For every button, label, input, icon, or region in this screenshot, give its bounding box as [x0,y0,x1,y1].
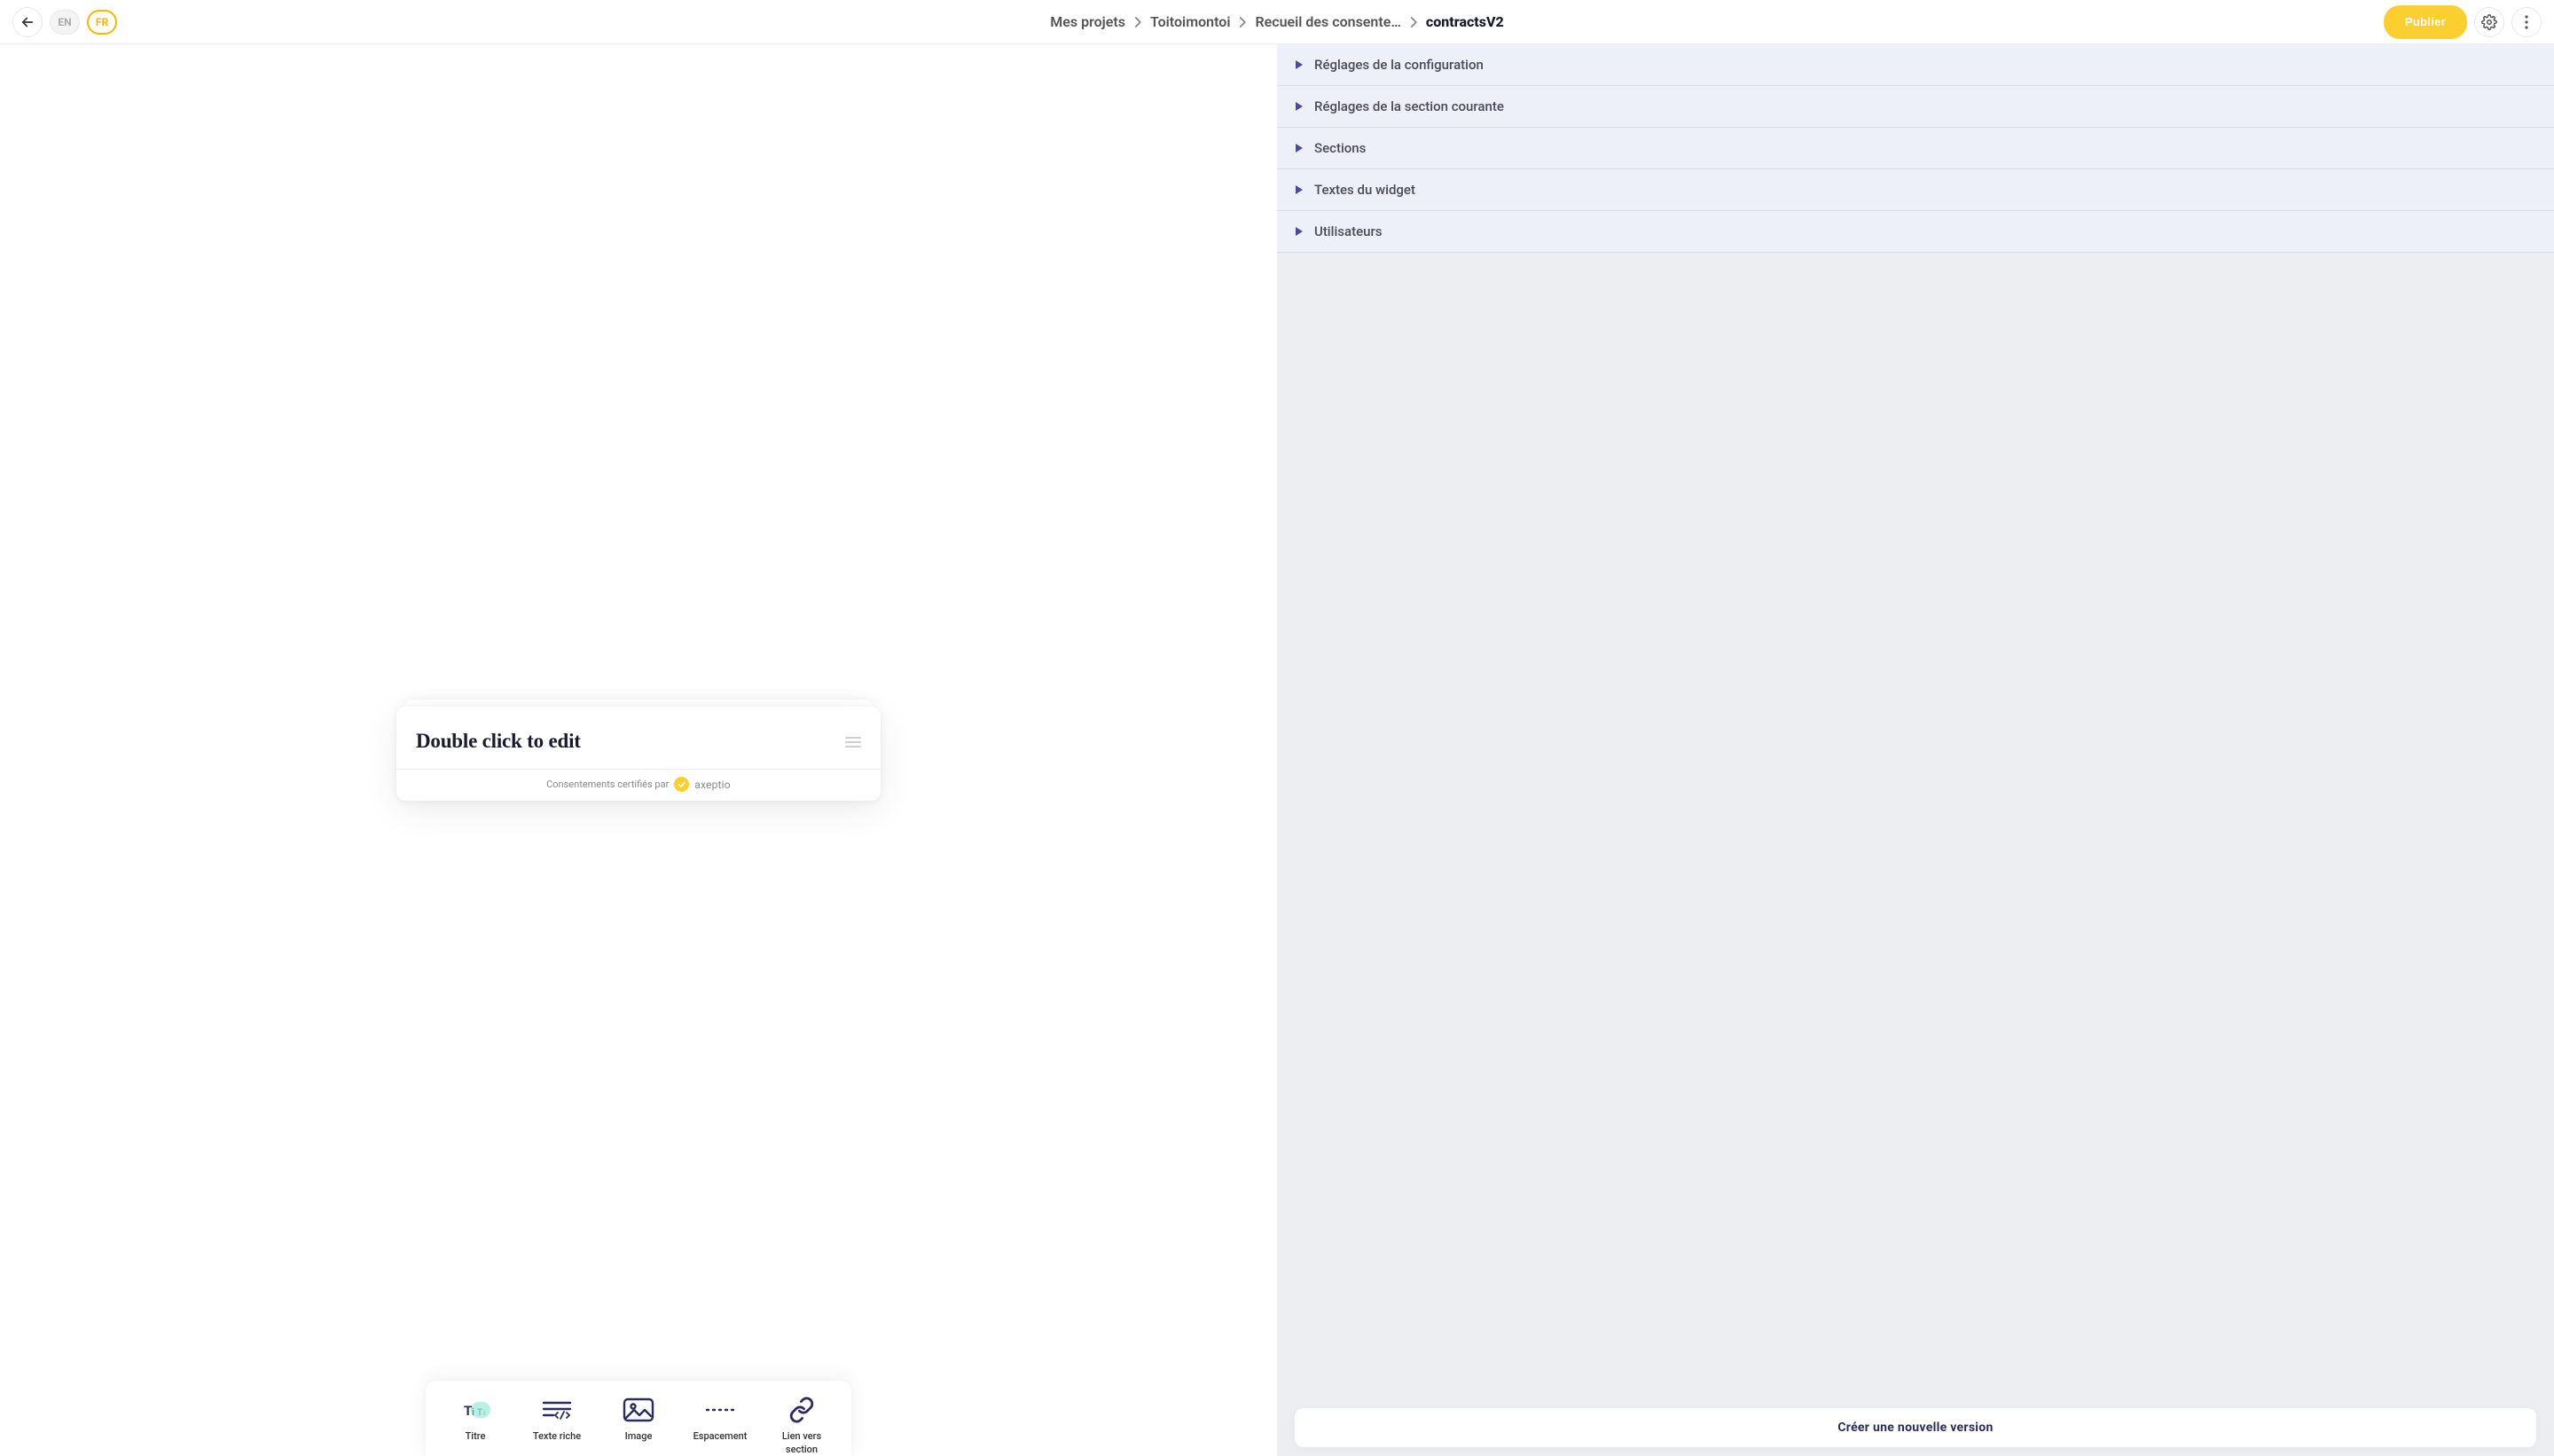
widget-body: Double click to edit [396,707,881,769]
widget-title[interactable]: Double click to edit [416,730,581,753]
breadcrumb-current: contractsV2 [1426,13,1504,30]
triangle-right-icon [1295,184,1304,195]
widget-stack: Double click to edit Consentements certi… [396,700,881,801]
link-icon [785,1397,819,1423]
app-header: EN FR Mes projets Toitoimontoi Recueil d… [0,0,2554,44]
chevron-right-icon [1134,17,1141,27]
tool-label: Lien vers section [777,1430,827,1456]
lang-en-pill[interactable]: EN [50,10,80,35]
accordion-label: Réglages de la configuration [1314,57,1484,73]
gear-icon [2481,14,2497,30]
back-button[interactable] [12,7,43,37]
header-right-group: Publier [2384,5,2542,39]
more-menu-button[interactable] [2511,7,2542,37]
accordion-users[interactable]: Utilisateurs [1277,211,2554,253]
chevron-right-icon [1239,17,1246,27]
triangle-right-icon [1295,101,1304,112]
widget-footer: Consentements certifiés par axeptio [396,769,881,801]
accordion-widget-texts[interactable]: Textes du widget [1277,169,2554,211]
breadcrumb-projects[interactable]: Mes projets [1050,13,1125,30]
chevron-right-icon [1410,17,1417,27]
triangle-right-icon [1295,226,1304,237]
image-icon [622,1397,655,1423]
triangle-right-icon [1295,59,1304,70]
axeptio-brand-name: axeptio [694,779,731,791]
accordion-label: Textes du widget [1314,182,1415,198]
accordion-section-settings[interactable]: Réglages de la section courante [1277,86,2554,128]
accordion-label: Réglages de la section courante [1314,98,1504,114]
tool-label: Espacement [693,1430,748,1443]
svg-text:T: T [477,1408,482,1418]
settings-panel: Réglages de la configuration Réglages de… [1277,44,2554,1456]
tool-title[interactable]: T i T i Titre [450,1397,500,1456]
arrow-left-icon [20,14,35,30]
main-content: Double click to edit Consentements certi… [0,44,2554,1456]
create-version-button[interactable]: Créer une nouvelle version [1295,1408,2536,1447]
spacing-icon [703,1397,737,1423]
accordion-sections[interactable]: Sections [1277,128,2554,169]
tool-rich-text[interactable]: Texte riche [532,1397,582,1456]
svg-text:T: T [464,1403,472,1419]
tool-label: Image [625,1430,653,1443]
svg-text:i: i [483,1409,485,1417]
svg-text:i: i [472,1406,474,1418]
component-toolbox: T i T i Titre Texte riche Image [426,1381,851,1456]
tool-image[interactable]: Image [614,1397,663,1456]
widget-card[interactable]: Double click to edit Consentements certi… [396,707,881,801]
accordion-label: Utilisateurs [1314,223,1382,239]
tool-link-section[interactable]: Lien vers section [777,1397,827,1456]
header-left-group: EN FR [12,7,117,37]
breadcrumb-project-name[interactable]: Toitoimontoi [1150,13,1231,30]
preview-panel: Double click to edit Consentements certi… [0,44,1277,1456]
accordion-label: Sections [1314,140,1366,156]
drag-handle-icon[interactable] [845,737,861,748]
tool-spacing[interactable]: Espacement [695,1397,745,1456]
title-icon: T i T i [458,1397,492,1423]
settings-accordion: Réglages de la configuration Réglages de… [1277,44,2554,253]
certified-text: Consentements certifiés par [546,779,669,790]
breadcrumb-consent[interactable]: Recueil des consente… [1255,13,1400,30]
tool-label: Titre [466,1430,486,1443]
rich-text-icon [540,1397,574,1423]
lang-fr-pill[interactable]: FR [87,10,117,35]
settings-button[interactable] [2474,7,2504,37]
axeptio-badge-icon [674,777,689,792]
more-vertical-icon [2525,15,2528,29]
breadcrumb: Mes projets Toitoimontoi Recueil des con… [1050,13,1503,30]
tool-label: Texte riche [533,1430,581,1443]
publish-button[interactable]: Publier [2384,5,2467,39]
accordion-config-settings[interactable]: Réglages de la configuration [1277,44,2554,86]
triangle-right-icon [1295,143,1304,153]
